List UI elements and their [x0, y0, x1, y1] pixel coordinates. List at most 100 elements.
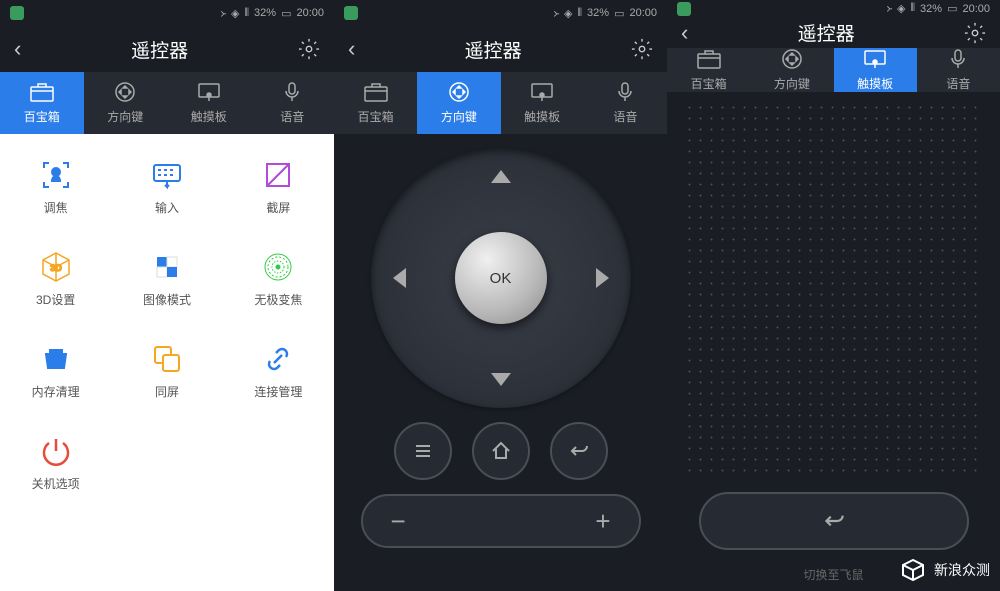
toolbox-icon: [363, 81, 389, 103]
watermark-text: 新浪众测: [934, 560, 990, 580]
input-icon: [149, 157, 185, 193]
shield-icon: [344, 6, 358, 20]
grid-item-screenshot[interactable]: 截屏: [223, 140, 334, 232]
back-button[interactable]: ‹: [681, 20, 688, 46]
back-button[interactable]: ‹: [348, 36, 355, 62]
battery-icon: ▭: [281, 7, 291, 20]
back-button[interactable]: ‹: [14, 36, 21, 62]
tab-label: 触摸板: [191, 108, 227, 125]
grid-item-mirror[interactable]: 同屏: [111, 324, 222, 416]
signal-icon: ⫴: [244, 7, 249, 20]
wifi-icon: ◈: [231, 7, 239, 20]
touch-icon: [196, 81, 222, 103]
shield-icon: [10, 6, 24, 20]
home-button[interactable]: [472, 422, 530, 480]
volume-up-icon[interactable]: +: [595, 506, 610, 537]
memory-icon: [38, 341, 74, 377]
header: ‹ 遥控器: [334, 26, 667, 72]
tab-toolbox[interactable]: 百宝箱: [667, 48, 750, 92]
grid-item-power[interactable]: 关机选项: [0, 416, 111, 508]
grid-item-connection[interactable]: 连接管理: [223, 324, 334, 416]
tab-toolbox[interactable]: 百宝箱: [0, 72, 84, 134]
tab-label: 百宝箱: [24, 108, 60, 125]
dpad-down[interactable]: [491, 373, 511, 386]
settings-button[interactable]: [631, 38, 653, 60]
tab-dpad[interactable]: 方向键: [84, 72, 168, 134]
settings-button[interactable]: [298, 38, 320, 60]
status-bar: ᚛ ◈ ⫴ 32% ▭ 20:00: [334, 0, 667, 26]
screen-toolbox: ᚛ ◈ ⫴ 32% ▭ 20:00 ‹ 遥控器 百宝箱 方向键 触摸板 语音: [0, 0, 334, 591]
grid-label: 内存清理: [32, 383, 80, 400]
time: 20:00: [296, 7, 324, 19]
tab-voice[interactable]: 语音: [251, 72, 335, 134]
focus-icon: [38, 157, 74, 193]
touch-icon: [529, 81, 555, 103]
volume-down-icon[interactable]: −: [391, 506, 406, 537]
dpad-right[interactable]: [596, 268, 609, 288]
status-bar: ᚛ ◈ ⫴ 32% ▭ 20:00: [0, 0, 334, 26]
grid-item-image-mode[interactable]: 图像模式: [111, 232, 222, 324]
screen-touchpad: ᚛ ◈ ⫴ 32% ▭ 20:00 ‹ 遥控器 百宝箱 方向键 触摸板 语音: [667, 0, 1000, 591]
page-title: 遥控器: [798, 19, 855, 46]
dpad-icon: [446, 81, 472, 103]
time: 20:00: [962, 3, 990, 15]
signal-icon: ⫴: [910, 2, 915, 15]
bluetooth-icon: ᚛: [220, 7, 226, 20]
settings-button[interactable]: [964, 22, 986, 44]
dpad-left[interactable]: [393, 268, 406, 288]
voice-icon: [612, 81, 638, 103]
tab-voice[interactable]: 语音: [917, 48, 1000, 92]
tab-label: 语音: [613, 108, 637, 125]
battery-percent: 32%: [254, 7, 276, 19]
voice-icon: [945, 48, 971, 70]
grid-item-infinite-zoom[interactable]: 无极变焦: [223, 232, 334, 324]
touch-hint[interactable]: 切换至飞鼠: [803, 566, 863, 583]
tab-dpad[interactable]: 方向键: [417, 72, 500, 134]
touchpad-back-button[interactable]: [699, 492, 969, 550]
grid-item-input[interactable]: 输入: [111, 140, 222, 232]
grid-label: 截屏: [266, 199, 290, 216]
grid-label: 连接管理: [254, 383, 302, 400]
tabs: 百宝箱 方向键 触摸板 语音: [334, 72, 667, 134]
grid-label: 调焦: [44, 199, 68, 216]
tab-label: 语音: [280, 108, 304, 125]
tab-touch[interactable]: 触摸板: [501, 72, 584, 134]
dpad-icon: [779, 48, 805, 70]
watermark: 新浪众测: [900, 557, 990, 583]
tab-label: 触摸板: [857, 75, 893, 92]
header: ‹ 遥控器: [667, 17, 1000, 48]
signal-icon: ⫴: [577, 7, 582, 20]
tab-toolbox[interactable]: 百宝箱: [334, 72, 417, 134]
time: 20:00: [629, 7, 657, 19]
wifi-icon: ◈: [564, 7, 572, 20]
voice-icon: [279, 81, 305, 103]
grid-label: 关机选项: [32, 475, 80, 492]
button-row: [394, 422, 608, 480]
tab-voice[interactable]: 语音: [584, 72, 667, 134]
header: ‹ 遥控器: [0, 26, 334, 72]
page-title: 遥控器: [465, 36, 522, 63]
watermark-icon: [900, 557, 926, 583]
page-title: 遥控器: [131, 36, 188, 63]
grid-label: 输入: [155, 199, 179, 216]
tab-touch[interactable]: 触摸板: [167, 72, 251, 134]
back-nav-button[interactable]: [550, 422, 608, 480]
dpad-up[interactable]: [491, 170, 511, 183]
battery-icon: ▭: [947, 2, 957, 15]
dpad-ok-button[interactable]: OK: [455, 232, 547, 324]
grid-item-focus[interactable]: 调焦: [0, 140, 111, 232]
volume-control[interactable]: − +: [361, 494, 641, 548]
tab-dpad[interactable]: 方向键: [750, 48, 833, 92]
zoom-icon: [260, 249, 296, 285]
menu-button[interactable]: [394, 422, 452, 480]
tab-touch[interactable]: 触摸板: [834, 48, 917, 92]
grid-label: 同屏: [155, 383, 179, 400]
grid-item-3d[interactable]: 3D 3D设置: [0, 232, 111, 324]
svg-text:3D: 3D: [50, 263, 62, 273]
touchpad-surface[interactable]: [684, 102, 984, 472]
tab-label: 方向键: [441, 108, 477, 125]
toolbox-grid: 调焦 输入 截屏 3D 3D设置 图像模式 无极变焦 内存清理 同屏: [0, 134, 334, 591]
battery-percent: 32%: [587, 7, 609, 19]
connection-icon: [260, 341, 296, 377]
grid-item-memory[interactable]: 内存清理: [0, 324, 111, 416]
